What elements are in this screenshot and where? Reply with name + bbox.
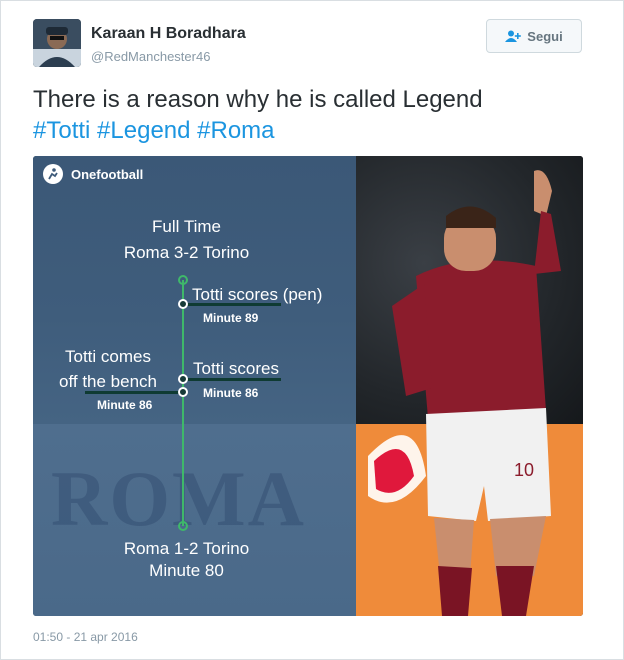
hashtag-totti[interactable]: #Totti — [33, 117, 90, 144]
event-pen-marker — [178, 299, 188, 309]
timeline-end-marker — [178, 521, 188, 531]
score-80-minute: Minute 80 — [149, 561, 224, 580]
brand-name: Onefootball — [71, 166, 144, 182]
event-goal-marker — [178, 374, 188, 384]
event-pen-label: Totti scores (pen) — [192, 285, 323, 304]
hashtag-roma[interactable]: #Roma — [197, 117, 274, 144]
player-shirt-number: 10 — [514, 460, 534, 480]
hashtag-list: #Totti #Legend #Roma — [33, 115, 593, 146]
infographic-panel: ROMA Onefootball Full Time Roma 3-2 Tori… — [33, 156, 356, 616]
event-goal-label: Totti scores — [193, 359, 279, 378]
sub-label-line1: Totti comes — [65, 347, 151, 366]
avatar-image — [33, 19, 81, 67]
tweet-text: There is a reason why he is called Legen… — [33, 84, 593, 146]
event-goal-minute: Minute 86 — [203, 386, 259, 400]
event-pen-minute: Minute 89 — [203, 311, 259, 325]
final-score: Roma 3-2 Torino — [123, 243, 250, 262]
onefootball-logo-icon — [43, 164, 63, 184]
avatar[interactable] — [33, 19, 81, 67]
follow-button[interactable]: Segui — [486, 19, 582, 53]
sub-minute: Minute 86 — [97, 398, 153, 412]
add-user-icon — [505, 30, 522, 43]
sub-marker — [178, 387, 188, 397]
hashtag-legend[interactable]: #Legend — [97, 117, 190, 144]
author-username[interactable]: @RedManchester46 — [91, 49, 210, 64]
tweet-timestamp[interactable]: 01:50 - 21 apr 2016 — [33, 630, 138, 644]
timeline-start-marker — [178, 275, 188, 285]
follow-button-label: Segui — [527, 28, 563, 44]
timeline-line — [182, 280, 184, 526]
tweet-body: There is a reason why he is called Legen… — [33, 86, 483, 113]
roma-watermark: ROMA — [51, 455, 306, 542]
full-time-label: Full Time — [152, 217, 221, 236]
sub-bar — [85, 391, 183, 394]
tweet-media[interactable]: ROMA Onefootball Full Time Roma 3-2 Tori… — [33, 156, 583, 616]
author-display-name[interactable]: Karaan H Boradhara — [91, 25, 246, 43]
tweet-card: Karaan H Boradhara @RedManchester46 Segu… — [0, 0, 624, 660]
player-figure: 10 — [368, 170, 561, 616]
player-photo: 10 — [356, 156, 583, 616]
onefootball-brand: Onefootball — [43, 164, 143, 184]
